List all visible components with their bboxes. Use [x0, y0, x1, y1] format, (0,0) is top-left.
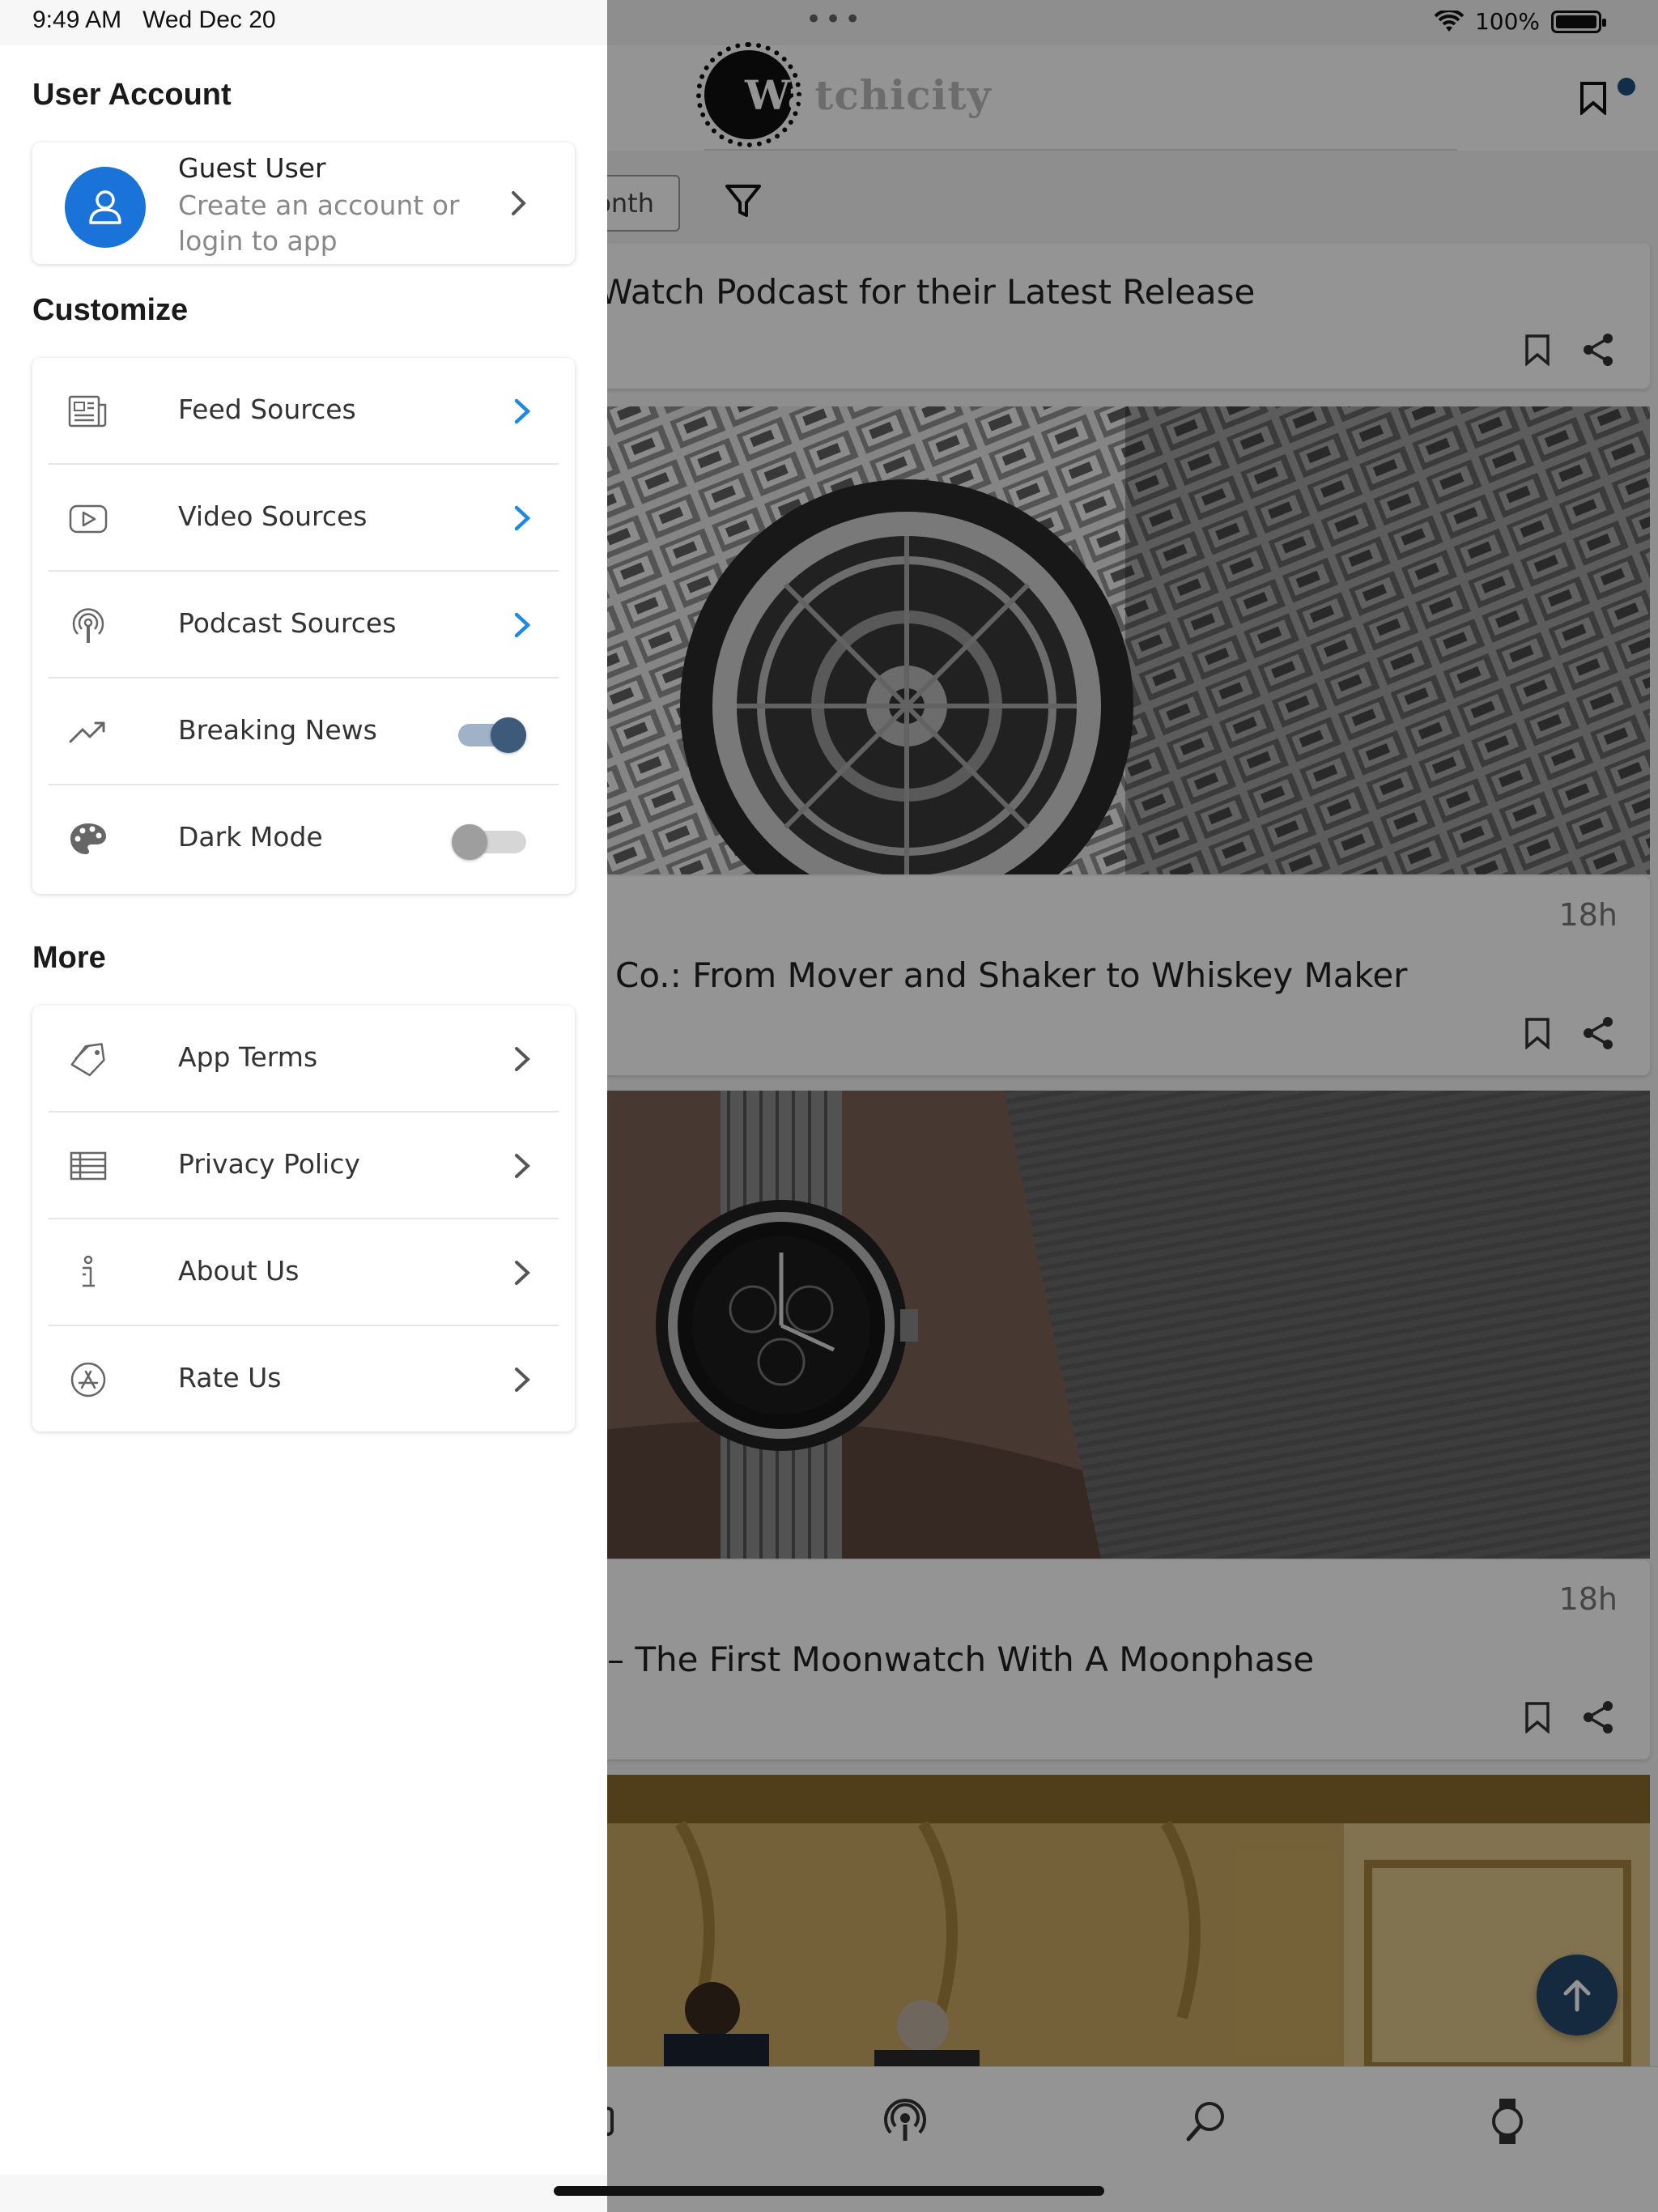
dark-mode-toggle[interactable] [452, 824, 526, 860]
menu-item-dark-mode[interactable]: Dark Mode [32, 785, 575, 892]
table-icon [70, 1151, 107, 1180]
info-icon [83, 1255, 95, 1287]
menu-item-breaking-news[interactable]: Breaking News [32, 678, 575, 785]
menu-item-label: App Terms [178, 1041, 318, 1073]
chevron-right-icon [515, 1154, 530, 1178]
menu-item-label: Rate Us [178, 1362, 282, 1393]
menu-item-app-terms[interactable]: App Terms [32, 1006, 575, 1112]
menu-item-feed-sources[interactable]: Feed Sources [32, 358, 575, 465]
menu-item-about-us[interactable]: About Us [32, 1219, 575, 1326]
breaking-news-toggle[interactable] [455, 717, 526, 753]
status-date: Wed Dec 20 [142, 6, 276, 33]
newspaper-icon [68, 395, 107, 428]
menu-item-podcast-sources[interactable]: Podcast Sources [32, 572, 575, 678]
menu-item-label: Podcast Sources [178, 607, 397, 639]
more-heading: More [32, 941, 106, 975]
customize-card: Feed Sources Video Sources Podcast Sourc… [32, 358, 575, 894]
menu-item-label: Breaking News [178, 714, 377, 746]
chevron-right-icon [515, 1261, 530, 1285]
chevron-right-icon [512, 191, 526, 215]
trending-up-icon [69, 721, 105, 743]
customize-heading: Customize [32, 293, 189, 327]
chevron-right-icon [514, 505, 531, 531]
chevron-right-icon [515, 1047, 530, 1071]
palette-icon [70, 823, 106, 854]
account-name: Guest User [178, 152, 326, 184]
drawer-bottom-strip [0, 2175, 607, 2212]
chevron-right-icon [514, 398, 531, 424]
account-subtitle: Create an account or login to app [178, 189, 460, 257]
status-left: 9:49 AM Wed Dec 20 [32, 6, 297, 34]
menu-item-rate-us[interactable]: Rate Us [32, 1326, 575, 1433]
avatar [65, 167, 146, 248]
podcast-icon [72, 608, 104, 643]
menu-item-privacy-policy[interactable]: Privacy Policy [32, 1112, 575, 1219]
app-store-icon [70, 1362, 106, 1397]
menu-item-label: About Us [178, 1255, 300, 1287]
side-drawer: 9:49 AM Wed Dec 20 User Account Guest Use… [0, 0, 607, 2212]
chevron-right-icon [514, 612, 531, 638]
account-card[interactable]: Guest User Create an account or login to… [32, 143, 575, 264]
more-card: App Terms Privacy Policy About Us Rate U… [32, 1006, 575, 1431]
menu-item-label: Feed Sources [178, 393, 356, 425]
video-play-icon [69, 504, 108, 534]
menu-item-label: Dark Mode [178, 821, 323, 853]
user-icon [89, 190, 121, 224]
chevron-right-icon [515, 1368, 530, 1392]
menu-item-label: Privacy Policy [178, 1148, 360, 1180]
menu-item-video-sources[interactable]: Video Sources [32, 465, 575, 572]
menu-item-label: Video Sources [178, 500, 368, 532]
user-account-heading: User Account [32, 78, 232, 112]
home-indicator[interactable] [554, 2186, 1104, 2196]
status-time: 9:49 AM [32, 6, 122, 33]
tag-icon [70, 1043, 105, 1077]
